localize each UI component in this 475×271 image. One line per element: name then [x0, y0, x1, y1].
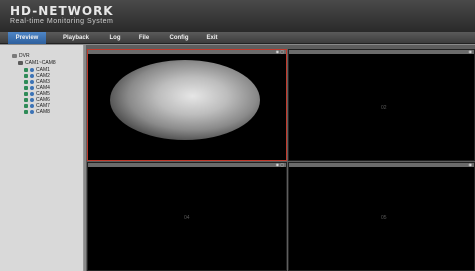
device-tree: DVR CAM1~CAM8 CAM1 CAM2 CAM3 CAM4 CAM5 C… — [12, 53, 82, 253]
tab-file[interactable]: File — [133, 32, 155, 44]
eye-icon — [30, 73, 34, 78]
tab-playback[interactable]: Playback — [56, 32, 96, 44]
device-tree-panel: DVR CAM1~CAM8 CAM1 CAM2 CAM3 CAM4 CAM5 C… — [0, 45, 84, 271]
record-snapshot-icon[interactable]: ◉ — [460, 50, 473, 54]
eye-icon — [30, 85, 34, 90]
eye-icon — [30, 97, 34, 102]
record-snapshot-icon[interactable]: ◉ ▢ — [272, 163, 284, 167]
eye-icon — [30, 103, 34, 108]
group-icon — [18, 60, 23, 65]
app-subtitle: Real-time Monitoring System — [10, 18, 114, 25]
camera-icon — [24, 91, 28, 96]
tab-preview[interactable]: Preview — [8, 32, 46, 44]
camera-icon — [24, 85, 28, 90]
video-cell-3[interactable]: ◉ ▢ 04 — [87, 162, 287, 271]
dvr-icon — [12, 53, 17, 58]
eye-icon — [30, 67, 34, 72]
video-grid: ◉ ▢ ◉ 02 ◉ ▢ 04 ◉ 05 — [86, 45, 475, 271]
camera-icon — [24, 73, 28, 78]
tree-root-dvr[interactable]: DVR — [12, 53, 30, 59]
cell-toolbar: ◉ — [289, 163, 474, 167]
tab-log[interactable]: Log — [104, 32, 126, 44]
camera-icon — [24, 103, 28, 108]
eye-icon — [30, 79, 34, 84]
cell-toolbar: ◉ ▢ — [88, 50, 286, 54]
brand-logo: HD-NETWORK — [10, 4, 114, 18]
camera-icon — [24, 67, 28, 72]
cell-number: 04 — [184, 215, 190, 221]
tree-group[interactable]: CAM1~CAM8 — [18, 60, 56, 66]
cell-number: 02 — [381, 105, 387, 111]
tab-config[interactable]: Config — [166, 32, 192, 44]
app-header: HD-NETWORK Real-time Monitoring System — [0, 0, 475, 32]
tree-camera[interactable]: CAM8 — [24, 109, 50, 115]
video-cell-1[interactable]: ◉ ▢ — [87, 49, 287, 161]
camera-icon — [24, 109, 28, 114]
eye-icon — [30, 109, 34, 114]
cell-toolbar: ◉ — [289, 50, 474, 54]
tab-exit[interactable]: Exit — [202, 32, 222, 44]
record-snapshot-icon[interactable]: ◉ ▢ — [272, 50, 284, 54]
video-cell-2[interactable]: ◉ 02 — [288, 49, 475, 161]
camera-icon — [24, 97, 28, 102]
fisheye-video-feed — [110, 60, 260, 140]
cell-toolbar: ◉ ▢ — [88, 163, 286, 167]
cell-number: 05 — [381, 215, 387, 221]
main-nav: Preview Playback Log File Config Exit — [0, 32, 475, 44]
video-cell-4[interactable]: ◉ 05 — [288, 162, 475, 271]
camera-icon — [24, 79, 28, 84]
record-snapshot-icon[interactable]: ◉ — [460, 163, 473, 167]
eye-icon — [30, 91, 34, 96]
